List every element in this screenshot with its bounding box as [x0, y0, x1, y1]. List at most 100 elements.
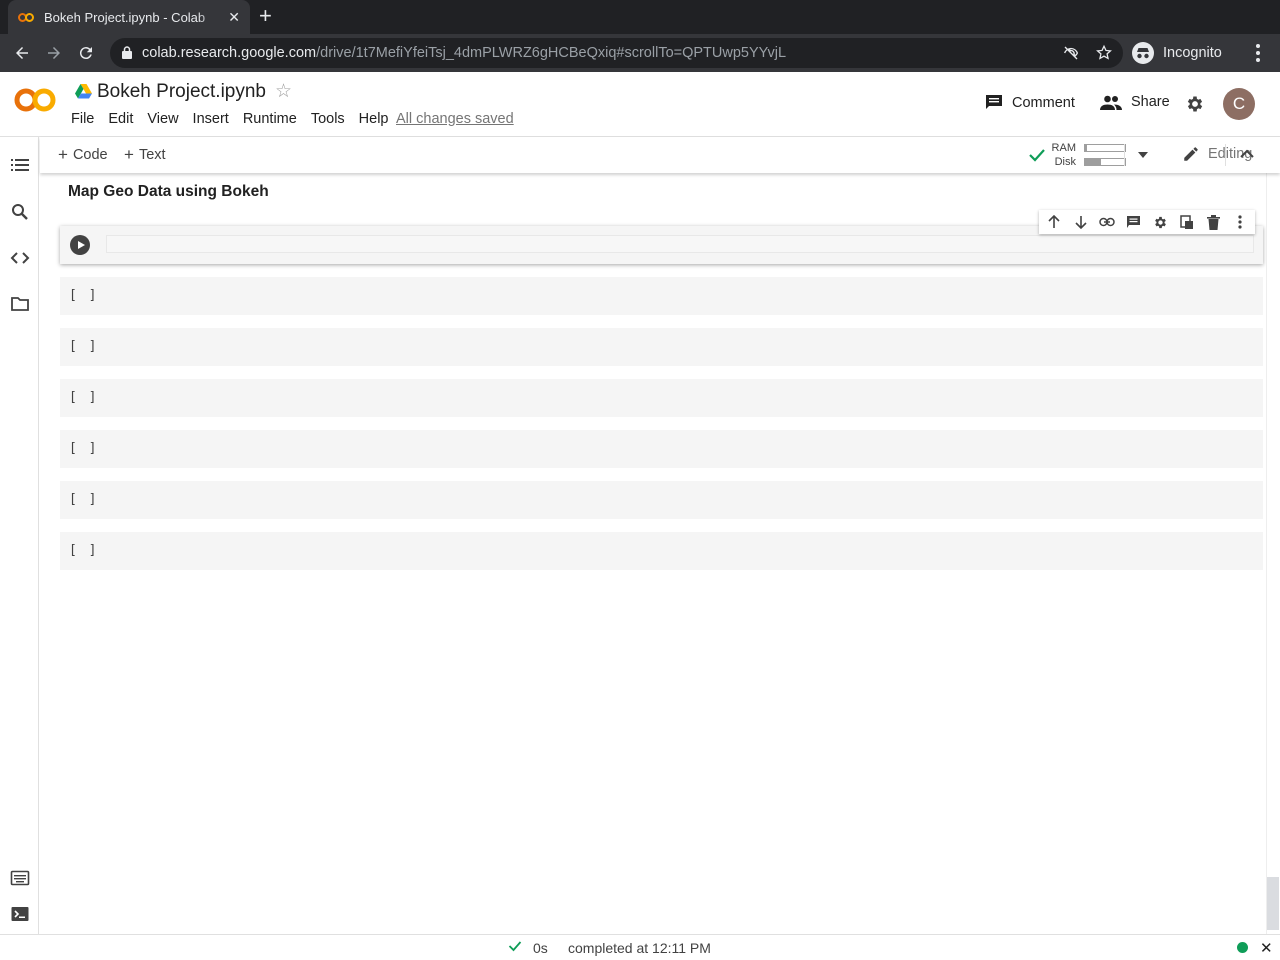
- code-cell[interactable]: [ ]: [60, 481, 1263, 519]
- menu-bar: File Edit View Insert Runtime Tools Help: [71, 111, 403, 127]
- connected-check-icon: [1029, 149, 1045, 162]
- url-text: colab.research.google.com/drive/1t7MefiY…: [142, 45, 787, 61]
- cell-execution-count: [ ]: [69, 339, 99, 354]
- disk-usage-bar: [1084, 158, 1126, 166]
- comment-icon: [986, 95, 1002, 109]
- notebook-scrollbar[interactable]: [1266, 173, 1280, 934]
- back-arrow-icon[interactable]: [11, 42, 33, 64]
- browser-menu-icon[interactable]: [1250, 42, 1266, 64]
- status-close-icon[interactable]: ✕: [1260, 939, 1273, 957]
- new-tab-button[interactable]: +: [259, 5, 272, 27]
- comment-cell-icon[interactable]: [1126, 214, 1142, 230]
- link-icon[interactable]: [1099, 214, 1115, 230]
- status-bar: 0s completed at 12:11 PM ✕: [0, 934, 1280, 960]
- toolbar-divider: [1225, 144, 1226, 166]
- more-options-icon[interactable]: [1232, 214, 1248, 230]
- people-icon: [1100, 95, 1122, 110]
- eye-off-icon[interactable]: [1062, 44, 1080, 62]
- add-text-cell-button[interactable]: + Text: [124, 145, 166, 165]
- run-cell-button[interactable]: [70, 235, 90, 255]
- code-cell[interactable]: [ ]: [60, 430, 1263, 468]
- ram-usage-bar: [1084, 144, 1126, 152]
- colab-header: Bokeh Project.ipynb ☆ File Edit View Ins…: [0, 72, 1280, 137]
- notebook-title[interactable]: Bokeh Project.ipynb: [97, 81, 266, 103]
- comment-button[interactable]: Comment: [985, 94, 1075, 111]
- notebook-area: Map Geo Data using Bokeh [ ] [ ] [ ] [ ]…: [40, 173, 1266, 934]
- cell-execution-count: [ ]: [69, 492, 99, 507]
- forward-arrow-icon[interactable]: [43, 42, 65, 64]
- save-status[interactable]: All changes saved: [396, 111, 514, 127]
- code-cell[interactable]: [ ]: [60, 379, 1263, 417]
- search-icon[interactable]: [10, 202, 30, 222]
- google-drive-icon[interactable]: [75, 84, 92, 99]
- account-avatar[interactable]: C: [1223, 88, 1255, 120]
- ram-label: RAM: [1051, 142, 1076, 154]
- code-cell[interactable]: [ ]: [60, 277, 1263, 315]
- code-cell[interactable]: [ ]: [60, 532, 1263, 570]
- collapse-header-chevron-up-icon[interactable]: [1240, 149, 1254, 159]
- move-cell-up-icon[interactable]: [1046, 214, 1062, 230]
- cell-execution-count: [ ]: [69, 390, 99, 405]
- code-cell[interactable]: [ ]: [60, 328, 1263, 366]
- cell-toolbar: + Code + Text RAM Disk Editing: [40, 137, 1280, 173]
- menu-edit[interactable]: Edit: [108, 111, 133, 127]
- terminal-icon[interactable]: [10, 904, 30, 924]
- share-button[interactable]: Share: [1100, 94, 1170, 110]
- section-heading[interactable]: Map Geo Data using Bokeh: [68, 183, 269, 201]
- menu-file[interactable]: File: [71, 111, 94, 127]
- plus-icon: +: [58, 145, 68, 164]
- delete-cell-trash-icon[interactable]: [1205, 214, 1221, 230]
- menu-tools[interactable]: Tools: [311, 111, 345, 127]
- runtime-status-indicator: [1237, 942, 1248, 953]
- execution-check-icon: [508, 941, 522, 952]
- code-snippets-icon[interactable]: [10, 248, 30, 268]
- incognito-profile[interactable]: Incognito: [1132, 39, 1222, 67]
- toolbar-divider: [1124, 144, 1125, 166]
- menu-insert[interactable]: Insert: [193, 111, 229, 127]
- add-text-label: Text: [138, 147, 166, 163]
- menu-help[interactable]: Help: [359, 111, 389, 127]
- tab-close-icon[interactable]: ✕: [228, 9, 240, 25]
- cell-actions-toolbar: [1039, 210, 1255, 234]
- files-folder-icon[interactable]: [10, 294, 30, 314]
- add-code-cell-button[interactable]: + Code: [58, 145, 108, 165]
- scrollbar-thumb[interactable]: [1267, 877, 1279, 930]
- incognito-icon: [1132, 42, 1154, 64]
- bookmark-star-icon[interactable]: [1095, 44, 1113, 62]
- plus-icon: +: [124, 145, 134, 164]
- colab-logo-icon[interactable]: [14, 86, 56, 114]
- colab-favicon-icon: [18, 11, 36, 23]
- pencil-icon: [1184, 147, 1198, 161]
- star-icon[interactable]: ☆: [275, 81, 292, 103]
- execution-status-message[interactable]: completed at 12:11 PM: [568, 940, 711, 956]
- mirror-cell-icon[interactable]: [1179, 214, 1195, 230]
- command-palette-icon[interactable]: [10, 868, 30, 888]
- execution-duration: 0s: [533, 940, 548, 956]
- reload-icon[interactable]: [75, 42, 97, 64]
- tab-title: Bokeh Project.ipynb - Colab: [44, 9, 206, 25]
- ram-usage-fill: [1085, 145, 1087, 151]
- browser-tab-strip: Bokeh Project.ipynb - Colab ✕ +: [0, 0, 1280, 34]
- lock-icon: [122, 46, 132, 59]
- menu-runtime[interactable]: Runtime: [243, 111, 297, 127]
- resource-labels: RAM Disk: [1050, 141, 1076, 169]
- resource-dropdown-icon[interactable]: [1138, 151, 1148, 159]
- disk-usage-fill: [1085, 159, 1101, 165]
- add-code-label: Code: [72, 147, 108, 163]
- cell-execution-count: [ ]: [69, 543, 99, 558]
- table-of-contents-icon[interactable]: [10, 155, 30, 175]
- comment-label: Comment: [1012, 94, 1075, 111]
- code-editor-input[interactable]: [106, 235, 1254, 253]
- browser-tab[interactable]: Bokeh Project.ipynb - Colab ✕: [8, 0, 250, 34]
- cell-settings-gear-icon[interactable]: [1152, 214, 1168, 230]
- incognito-label: Incognito: [1163, 45, 1222, 61]
- address-bar[interactable]: colab.research.google.com/drive/1t7MefiY…: [110, 38, 1123, 68]
- cell-execution-count: [ ]: [69, 288, 99, 303]
- cell-execution-count: [ ]: [69, 441, 99, 456]
- resource-monitor[interactable]: RAM Disk: [1028, 141, 1148, 169]
- menu-view[interactable]: View: [147, 111, 178, 127]
- settings-gear-icon[interactable]: [1185, 94, 1205, 114]
- move-cell-down-icon[interactable]: [1073, 214, 1089, 230]
- left-side-rail: [0, 137, 39, 934]
- browser-toolbar: colab.research.google.com/drive/1t7MefiY…: [0, 34, 1280, 72]
